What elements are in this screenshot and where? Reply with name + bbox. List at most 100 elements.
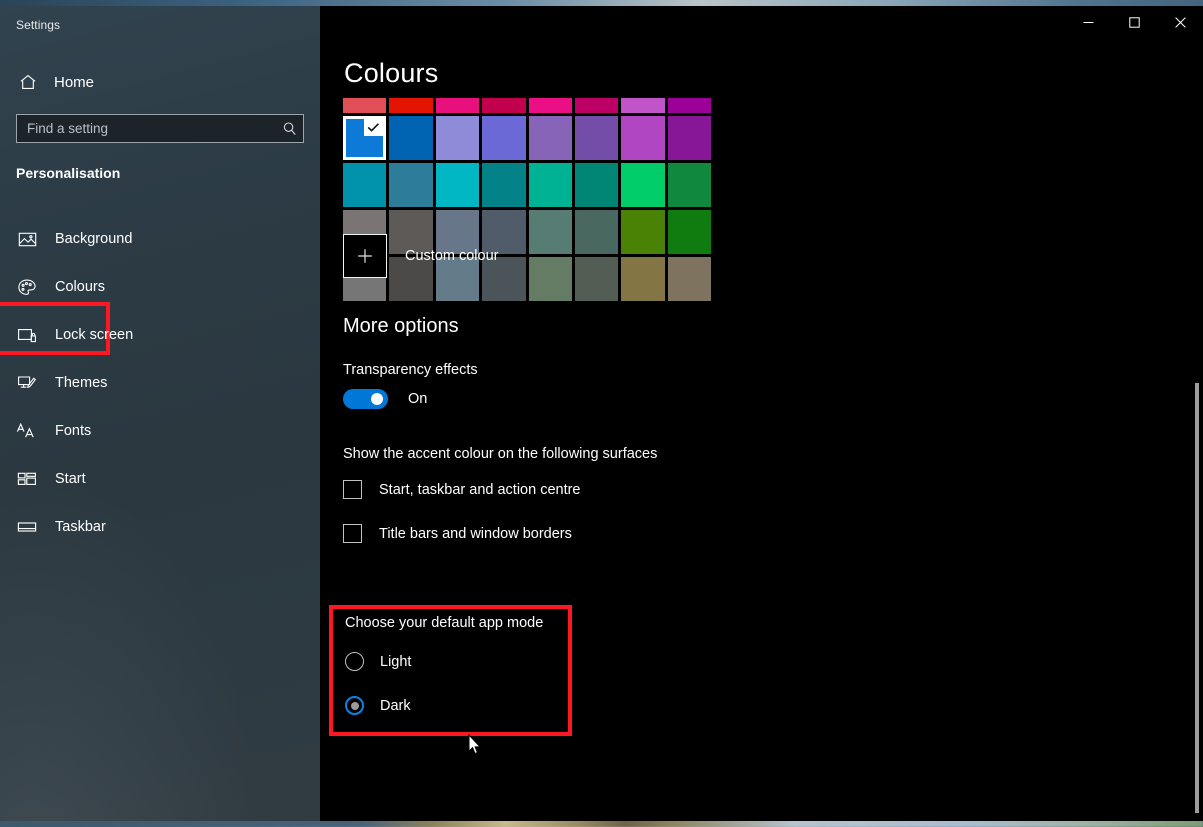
scrollbar-thumb[interactable] — [1195, 383, 1199, 813]
search-input[interactable] — [17, 115, 277, 142]
window-title: Settings — [16, 18, 61, 32]
search-icon — [277, 121, 303, 137]
minimize-button[interactable] — [1065, 6, 1111, 38]
content-scrollbar[interactable] — [1195, 6, 1199, 821]
accent-colour-swatch[interactable] — [528, 210, 572, 254]
nav-item-home-label: Home — [54, 73, 95, 91]
accent-colour-swatch[interactable] — [435, 116, 480, 160]
accent-colour-swatch[interactable] — [621, 163, 665, 207]
accent-colour-swatch[interactable] — [574, 116, 619, 160]
lock-screen-icon — [16, 327, 38, 344]
accent-colour-swatch[interactable] — [389, 98, 433, 113]
accent-colour-swatch[interactable] — [528, 257, 572, 301]
themes-icon — [16, 374, 38, 392]
sidebar-item-taskbar-label: Taskbar — [55, 519, 106, 535]
picture-icon — [16, 231, 38, 248]
accent-surfaces-label: Show the accent colour on the following … — [343, 446, 658, 462]
accent-colour-swatch[interactable] — [343, 163, 387, 207]
app-mode-group: Choose your default app mode Light Dark — [343, 611, 569, 733]
transparency-effects-state: On — [408, 391, 428, 407]
accent-colour-swatch[interactable] — [343, 116, 387, 160]
page-title: Colours — [344, 58, 439, 88]
accent-colour-swatch[interactable] — [574, 163, 619, 207]
accent-colour-swatch[interactable] — [435, 98, 480, 113]
app-mode-title: Choose your default app mode — [345, 615, 544, 631]
accent-colour-swatch[interactable] — [389, 163, 433, 207]
sidebar-item-fonts[interactable]: Fonts — [0, 407, 320, 455]
accent-colour-swatch[interactable] — [574, 210, 619, 254]
window-controls — [1065, 6, 1203, 38]
accent-colour-row — [343, 163, 711, 207]
check-icon — [364, 119, 384, 136]
accent-colour-swatch[interactable] — [667, 98, 711, 113]
category-title: Personalisation — [16, 165, 121, 181]
plus-icon[interactable] — [343, 234, 387, 278]
radio-app-mode-dark[interactable]: Dark — [345, 696, 411, 715]
sidebar-item-colours-label: Colours — [55, 279, 105, 295]
sidebar-item-lock-screen[interactable]: Lock screen — [0, 311, 320, 359]
accent-colour-swatch[interactable] — [435, 163, 480, 207]
taskbar-icon — [16, 520, 38, 534]
checkbox-box[interactable] — [343, 524, 362, 543]
accent-colour-swatch[interactable] — [528, 98, 572, 113]
radio-app-mode-light[interactable]: Light — [345, 652, 411, 671]
transparency-effects-toggle[interactable] — [343, 389, 388, 409]
accent-colour-swatch[interactable] — [621, 98, 665, 113]
sidebar-item-start[interactable]: Start — [0, 455, 320, 503]
accent-colour-row — [343, 98, 711, 113]
sidebar-item-taskbar[interactable]: Taskbar — [0, 503, 320, 551]
more-options-heading: More options — [343, 315, 459, 337]
transparency-effects-row: On — [343, 389, 427, 409]
sidebar-item-themes[interactable]: Themes — [0, 359, 320, 407]
sidebar-item-background[interactable]: Background — [0, 215, 320, 263]
sidebar-item-themes-label: Themes — [55, 375, 108, 391]
nav-item-home[interactable]: Home — [14, 63, 98, 101]
custom-colour-row[interactable]: Custom colour — [343, 234, 498, 278]
toggle-knob — [371, 393, 383, 405]
transparency-effects-label: Transparency effects — [343, 362, 478, 378]
settings-navigation-pane: Settings Home Personalisation — [0, 6, 320, 821]
checkbox-start-taskbar-action-centre[interactable]: Start, taskbar and action centre — [343, 480, 581, 499]
search-box[interactable] — [16, 114, 304, 143]
settings-content-pane: Colours Custom colour More options Trans… — [320, 6, 1203, 821]
mouse-cursor — [468, 733, 482, 761]
sidebar-item-background-label: Background — [55, 231, 133, 247]
accent-colour-swatch[interactable] — [528, 163, 572, 207]
close-button[interactable] — [1157, 6, 1203, 38]
accent-colour-swatch[interactable] — [482, 116, 526, 160]
radio-button[interactable] — [345, 696, 364, 715]
accent-colour-row — [343, 116, 711, 160]
accent-colour-swatch[interactable] — [667, 163, 711, 207]
checkbox-box[interactable] — [343, 480, 362, 499]
accent-colour-swatch[interactable] — [343, 98, 387, 113]
sidebar-item-fonts-label: Fonts — [55, 423, 92, 439]
accent-colour-swatch[interactable] — [389, 116, 433, 160]
radio-dot — [350, 701, 359, 710]
radio-label: Light — [380, 653, 412, 670]
accent-colour-swatch[interactable] — [667, 116, 711, 160]
home-icon — [18, 72, 38, 92]
accent-colour-swatch[interactable] — [621, 257, 665, 301]
checkbox-label: Start, taskbar and action centre — [379, 481, 581, 498]
radio-button[interactable] — [345, 652, 364, 671]
maximize-button[interactable] — [1111, 6, 1157, 38]
settings-window: Settings Home Personalisation — [0, 6, 1203, 821]
accent-colour-swatch[interactable] — [667, 210, 711, 254]
custom-colour-label: Custom colour — [405, 248, 499, 264]
checkbox-title-bars-window-borders[interactable]: Title bars and window borders — [343, 524, 572, 543]
accent-colour-swatch[interactable] — [667, 257, 711, 301]
sidebar-item-start-label: Start — [55, 471, 86, 487]
accent-colour-swatch[interactable] — [574, 257, 619, 301]
accent-colour-swatch[interactable] — [482, 163, 526, 207]
checkbox-label: Title bars and window borders — [379, 525, 572, 542]
start-icon — [16, 471, 38, 487]
accent-colour-swatch[interactable] — [574, 98, 619, 113]
nav-item-list: Background Colours Lock screen Themes Fo… — [0, 215, 320, 551]
palette-icon — [16, 278, 38, 297]
sidebar-item-colours[interactable]: Colours — [0, 263, 320, 355]
accent-colour-swatch[interactable] — [621, 116, 665, 160]
fonts-icon — [16, 422, 38, 440]
accent-colour-swatch[interactable] — [621, 210, 665, 254]
accent-colour-swatch[interactable] — [528, 116, 572, 160]
accent-colour-swatch[interactable] — [482, 98, 526, 113]
